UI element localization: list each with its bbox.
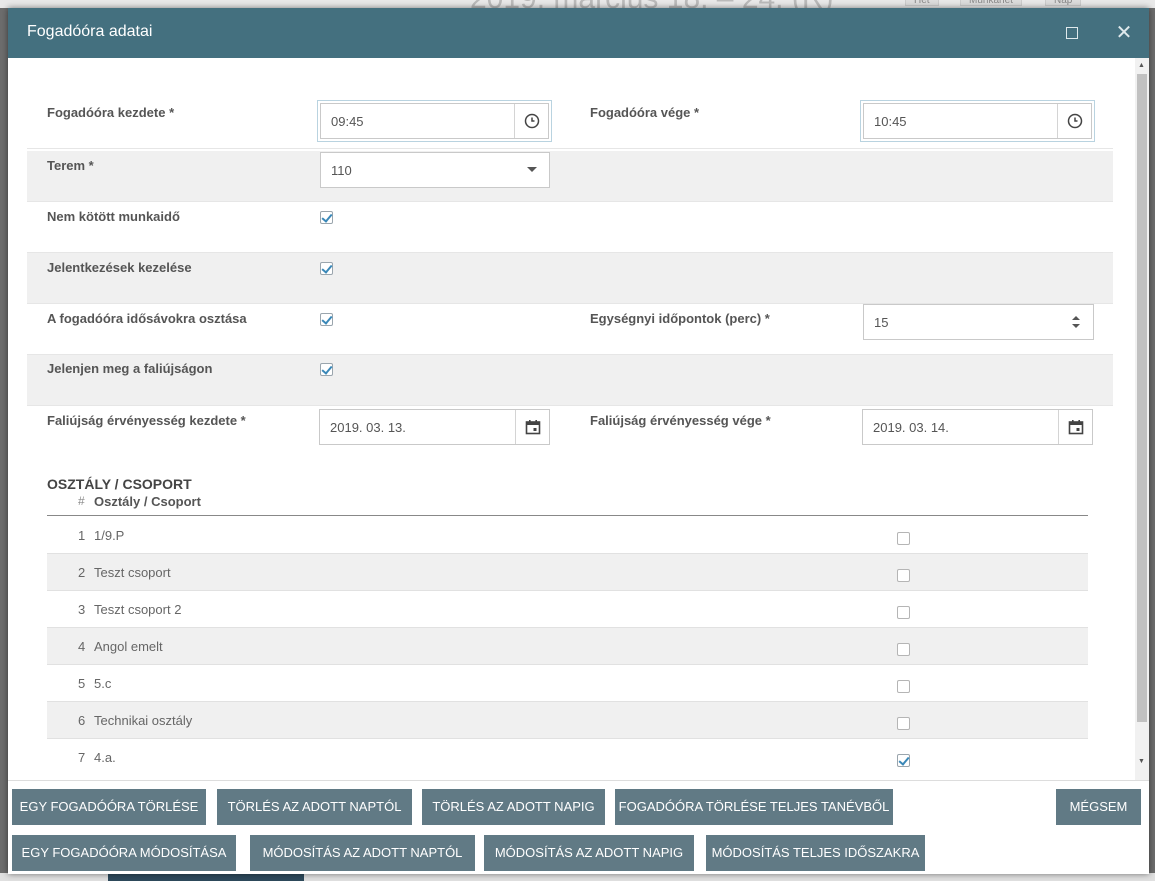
- col-name-header: Osztály / Csoport: [94, 494, 201, 509]
- background-day-button: Nap: [1045, 0, 1082, 6]
- unit-minutes-label: Egységnyi időpontok (perc) *: [590, 311, 770, 326]
- scrollbar-thumb[interactable]: [1137, 74, 1147, 722]
- table-row[interactable]: 7 4.a.: [47, 739, 1088, 776]
- content-scrollbar[interactable]: ▲ ▼: [1135, 58, 1149, 780]
- row-unbound-worktime: Nem kötött munkaidő: [27, 202, 1113, 253]
- dialog-footer: EGY FOGADÓÓRA TÖRLÉSE TÖRLÉS AZ ADOTT NA…: [8, 780, 1149, 874]
- board-label: Jelenjen meg a faliújságon: [47, 361, 213, 376]
- row-time-slots: A fogadóóra idősávokra osztása Egységnyi…: [27, 304, 1113, 355]
- start-time-label: Fogadóóra kezdete *: [47, 105, 175, 120]
- col-num-header: #: [78, 494, 85, 508]
- group-checkbox[interactable]: [897, 680, 910, 693]
- table-row[interactable]: 3 Teszt csoport 2: [47, 591, 1088, 628]
- dialog-titlebar: Fogadóóra adatai ✕: [8, 8, 1149, 58]
- background-app-top: 2019. március 18. – 24. (R) Hét Munkahét…: [0, 0, 1155, 8]
- clock-icon[interactable]: [1057, 104, 1091, 138]
- modify-all-period-button[interactable]: MÓDOSÍTÁS TELJES IDŐSZAKRA: [706, 835, 925, 871]
- room-label: Terem *: [47, 158, 94, 173]
- scroll-down-icon[interactable]: ▼: [1138, 758, 1145, 765]
- delete-whole-year-button[interactable]: FOGADÓÓRA TÖRLÉSE TELJES TANÉVBŐL: [615, 789, 893, 825]
- row-board: Jelenjen meg a faliújságon: [27, 355, 1113, 406]
- group-checkbox[interactable]: [897, 643, 910, 656]
- table-row[interactable]: 1 1/9.P: [47, 517, 1088, 554]
- time-slots-checkbox[interactable]: [320, 313, 333, 326]
- unbound-worktime-checkbox[interactable]: [320, 211, 333, 224]
- unbound-worktime-label: Nem kötött munkaidő: [47, 209, 180, 224]
- modify-from-day-button[interactable]: MÓDOSÍTÁS AZ ADOTT NAPTÓL: [250, 835, 475, 871]
- calendar-icon[interactable]: [1058, 410, 1092, 444]
- background-date-heading: 2019. március 18. – 24. (R): [470, 0, 834, 8]
- calendar-icon[interactable]: [515, 410, 549, 444]
- board-start-date-input[interactable]: 2019. 03. 13.: [319, 409, 550, 445]
- delete-until-day-button[interactable]: TÖRLÉS AZ ADOTT NAPIG: [422, 789, 605, 825]
- modify-until-day-button[interactable]: MÓDOSÍTÁS AZ ADOTT NAPIG: [484, 835, 694, 871]
- delete-from-day-button[interactable]: TÖRLÉS AZ ADOTT NAPTÓL: [217, 789, 412, 825]
- unit-minutes-stepper[interactable]: 15: [863, 304, 1094, 340]
- board-end-label: Faliújság érvényesség vége *: [590, 413, 771, 428]
- dialog-title: Fogadóóra adatai: [27, 23, 153, 40]
- board-checkbox[interactable]: [320, 363, 333, 376]
- group-checkbox[interactable]: [897, 569, 910, 582]
- close-icon[interactable]: ✕: [1112, 21, 1136, 45]
- row-board-dates: Faliújság érvényesség kezdete * 2019. 03…: [27, 406, 1113, 457]
- background-week-button: Hét: [905, 0, 939, 6]
- groups-grid-header: # Osztály / Csoport: [47, 494, 1088, 516]
- groups-section-title: OSZTÁLY / CSOPORT: [47, 476, 192, 492]
- scroll-up-icon[interactable]: ▲: [1138, 62, 1145, 69]
- modify-one-button[interactable]: EGY FOGADÓÓRA MÓDOSÍTÁSA: [12, 835, 236, 871]
- table-row[interactable]: 4 Angol emelt: [47, 628, 1088, 665]
- end-time-label: Fogadóóra vége *: [590, 105, 700, 120]
- group-checkbox[interactable]: [897, 717, 910, 730]
- table-row[interactable]: 5 5.c: [47, 665, 1088, 702]
- dialog-content: Fogadóóra kezdete * 09:45 Fogadóóra vége…: [8, 58, 1149, 780]
- cancel-button[interactable]: MÉGSEM: [1056, 789, 1141, 825]
- row-time: Fogadóóra kezdete * 09:45 Fogadóóra vége…: [27, 98, 1113, 149]
- room-select[interactable]: 110: [320, 152, 550, 188]
- time-slots-label: A fogadóóra idősávokra osztása: [47, 311, 247, 326]
- board-start-label: Faliújság érvényesség kezdete *: [47, 413, 246, 428]
- delete-one-button[interactable]: EGY FOGADÓÓRA TÖRLÉSE: [12, 789, 206, 825]
- group-checkbox[interactable]: [897, 606, 910, 619]
- signups-label: Jelentkezések kezelése: [47, 260, 192, 275]
- table-row[interactable]: 2 Teszt csoport: [47, 554, 1088, 591]
- spinner-arrows-icon[interactable]: [1059, 305, 1093, 339]
- group-checkbox[interactable]: [897, 754, 910, 767]
- end-time-input[interactable]: 10:45: [860, 100, 1095, 142]
- maximize-icon[interactable]: [1060, 21, 1084, 45]
- background-workweek-button: Munkahét: [960, 0, 1022, 6]
- table-row[interactable]: 6 Technikai osztály: [47, 702, 1088, 739]
- start-time-input[interactable]: 09:45: [317, 100, 552, 142]
- row-signups: Jelentkezések kezelése: [27, 253, 1113, 304]
- caret-down-icon[interactable]: [515, 153, 549, 187]
- clock-icon[interactable]: [514, 104, 548, 138]
- group-checkbox[interactable]: [897, 532, 910, 545]
- row-room: Terem * 110: [27, 151, 1113, 202]
- signups-checkbox[interactable]: [320, 262, 333, 275]
- board-end-date-input[interactable]: 2019. 03. 14.: [862, 409, 1093, 445]
- background-app-bottom: [0, 873, 1155, 881]
- reception-hour-dialog: Fogadóóra adatai ✕ Fogadóóra kezdete * 0…: [8, 8, 1149, 874]
